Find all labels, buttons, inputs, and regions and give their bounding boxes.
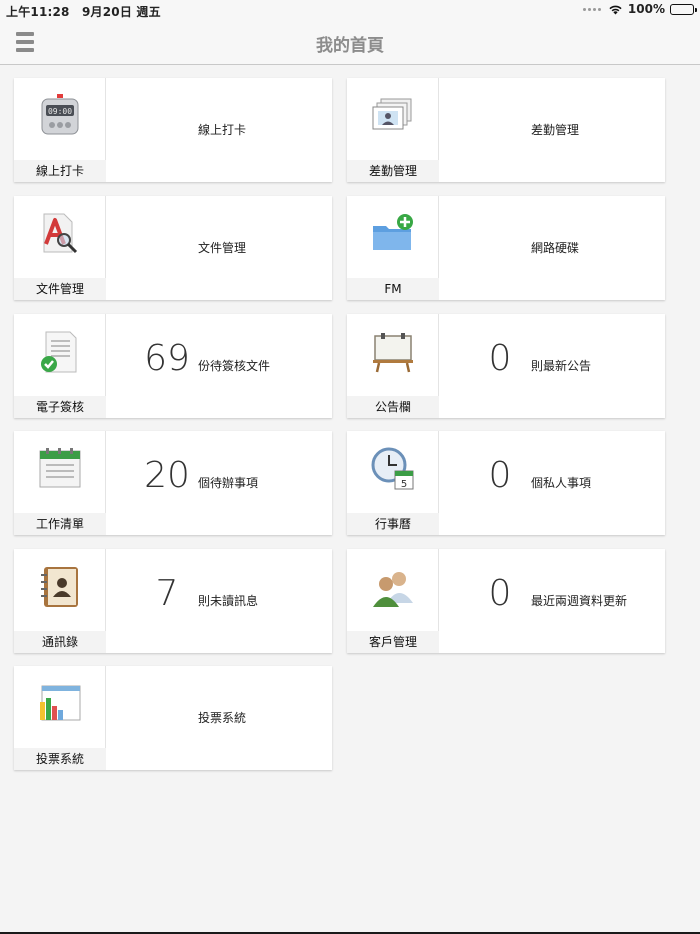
tile-caption: 通訊錄 xyxy=(14,631,106,653)
tile-bulletin-board[interactable]: 公告欄 0 則最新公告 xyxy=(347,314,665,418)
tile-task-list[interactable]: 工作清單 20 個待辦事項 xyxy=(14,431,332,535)
tile-count: 20 xyxy=(144,455,190,496)
customers-icon xyxy=(373,572,413,607)
page-title: 我的首頁 xyxy=(316,36,384,56)
tile-attendance[interactable]: 差勤管理 差勤管理 xyxy=(347,78,665,182)
signal-icon xyxy=(582,7,601,11)
calendar-clock-icon: 5 xyxy=(371,447,414,490)
tile-description: 差勤管理 xyxy=(531,123,580,137)
tile-description: 網路硬碟 xyxy=(531,241,580,255)
tile-voting-system[interactable]: 投票系統 投票系統 xyxy=(14,666,332,770)
timer-icon: 09:00 xyxy=(41,94,79,135)
tile-caption: 線上打卡 xyxy=(14,160,106,182)
svg-text:09:00: 09:00 xyxy=(48,107,72,116)
tile-caption: 行事曆 xyxy=(347,513,439,535)
tile-description: 則最新公告 xyxy=(531,359,592,373)
battery-icon xyxy=(670,3,697,15)
id-cards-icon xyxy=(372,98,412,130)
tile-description: 投票系統 xyxy=(198,711,247,725)
tile-count: 0 xyxy=(488,338,512,379)
tile-description: 最近兩週資料更新 xyxy=(531,594,628,608)
tile-address-book[interactable]: 通訊錄 7 則未讀訊息 xyxy=(14,549,332,653)
signed-document-icon xyxy=(41,331,77,373)
tile-description: 個待辦事項 xyxy=(198,476,259,490)
tile-calendar[interactable]: 5 行事曆 0 個私人事項 xyxy=(347,431,665,535)
tile-description: 文件管理 xyxy=(198,241,247,255)
tile-count: 0 xyxy=(488,573,512,614)
navigation-bar: 我的首頁 xyxy=(0,20,700,65)
status-date: 9月20日 週五 xyxy=(82,5,161,19)
tile-caption: 公告欄 xyxy=(347,396,439,418)
tile-description: 則未讀訊息 xyxy=(198,594,259,608)
svg-text:5: 5 xyxy=(401,479,407,490)
tile-caption: 電子簽核 xyxy=(14,396,106,418)
tile-description: 個私人事項 xyxy=(531,476,592,490)
status-datetime: 上午11:28 9月20日 週五 xyxy=(6,3,161,20)
tile-count: 69 xyxy=(144,338,190,379)
tile-e-signature[interactable]: 電子簽核 69 份待簽核文件 xyxy=(14,314,332,418)
tile-count: 0 xyxy=(488,455,512,496)
tile-caption: 投票系統 xyxy=(14,748,106,770)
tile-description: 線上打卡 xyxy=(198,123,247,137)
wifi-icon xyxy=(609,5,622,14)
tile-customer-management[interactable]: 客戶管理 0 最近兩週資料更新 xyxy=(347,549,665,653)
tile-network-drive[interactable]: FM 網路硬碟 xyxy=(347,196,665,300)
tile-document-management[interactable]: 文件管理 文件管理 xyxy=(14,196,332,300)
address-book-icon xyxy=(41,567,78,607)
status-bar: 上午11:28 9月20日 週五 100% xyxy=(0,0,700,20)
tile-caption: 工作清單 xyxy=(14,513,106,535)
folder-add-icon xyxy=(373,214,413,250)
document-search-icon xyxy=(43,213,78,254)
status-indicators: 100% xyxy=(582,2,697,16)
battery-percent: 100% xyxy=(627,2,665,16)
bulletin-board-icon xyxy=(373,333,413,373)
tile-punch-clock[interactable]: 09:00 線上打卡 線上打卡 xyxy=(14,78,332,182)
tile-caption: 客戶管理 xyxy=(347,631,439,653)
tile-caption: 差勤管理 xyxy=(347,160,439,182)
status-time: 上午11:28 xyxy=(6,5,70,19)
tile-count: 7 xyxy=(155,573,179,614)
tile-caption: FM xyxy=(347,278,439,300)
tile-caption: 文件管理 xyxy=(14,278,106,300)
task-list-icon xyxy=(39,448,81,488)
vote-chart-icon xyxy=(40,685,81,721)
tile-description: 份待簽核文件 xyxy=(198,359,271,373)
